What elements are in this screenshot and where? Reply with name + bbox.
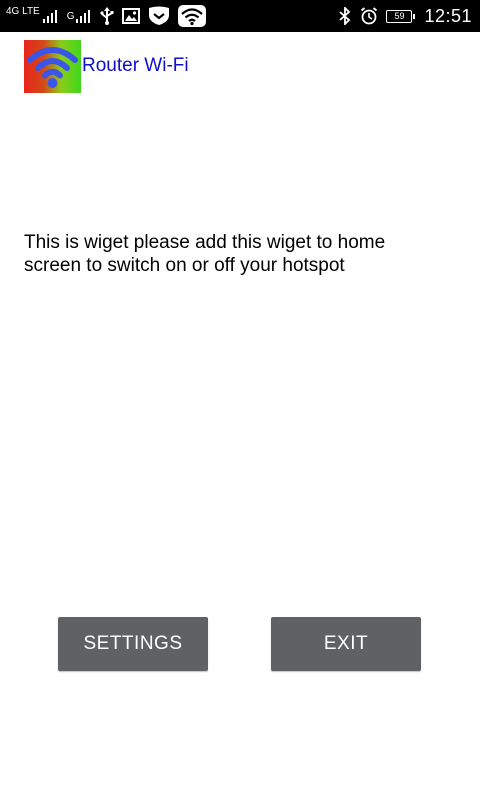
app-title: Router Wi-Fi [82, 55, 189, 76]
alarm-clock-icon [360, 7, 378, 25]
sim2-network-label: G [66, 10, 75, 22]
signal-bars-sim2-icon [75, 9, 92, 23]
network-type-label: 4G LTE [6, 6, 40, 17]
app-screen: 4G LTE G 59 12:51 Router Wi-Fi This is w… [0, 0, 480, 800]
usb-icon [99, 7, 114, 25]
signal-bars-icon [42, 9, 59, 23]
status-bar-right: 59 12:51 [338, 0, 472, 32]
status-clock: 12:51 [424, 5, 472, 26]
image-icon [121, 8, 140, 24]
bluetooth-icon [338, 7, 352, 25]
router-wifi-logo-icon [24, 40, 81, 93]
status-bar: 4G LTE G 59 12:51 [0, 0, 480, 32]
settings-button[interactable]: SETTINGS [58, 617, 208, 671]
battery-icon: 59 [386, 9, 416, 23]
status-bar-left: 4G LTE G [6, 0, 214, 32]
battery-level: 59 [394, 10, 405, 21]
exit-button[interactable]: EXIT [271, 617, 421, 671]
wifi-icon [177, 5, 206, 27]
widget-instruction-text: This is wiget please add this wiget to h… [24, 232, 386, 276]
shield-icon [148, 6, 170, 26]
